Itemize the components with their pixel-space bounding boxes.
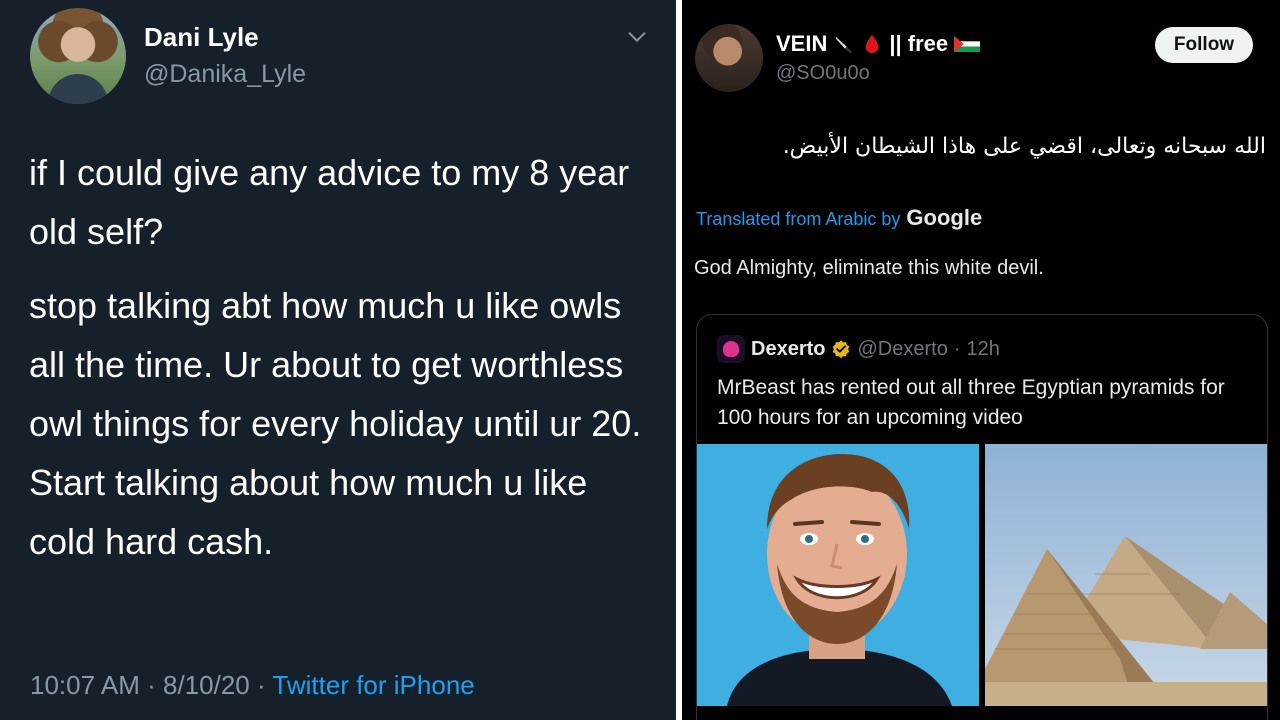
tweet-source-link[interactable]: Twitter for iPhone <box>272 670 474 700</box>
person-photo-illustration <box>697 444 979 706</box>
palestine-flag-icon <box>954 36 981 52</box>
right-tweet: VEIN || free @SO0u0o Follow الله سبحانه … <box>682 0 1280 720</box>
tweet-time[interactable]: 10:07 AM <box>30 670 140 700</box>
quoted-tweet-age[interactable]: 12h <box>967 338 1000 361</box>
avatar[interactable] <box>695 24 763 92</box>
quoted-tweet-header: Dexerto @Dexerto · 12h <box>717 335 1000 363</box>
chevron-down-icon[interactable] <box>626 26 648 48</box>
google-logo: Google <box>906 205 983 230</box>
author-handle[interactable]: @Danika_Lyle <box>144 60 306 89</box>
dexerto-logo-icon[interactable] <box>717 335 745 363</box>
meta-separator: · <box>147 670 156 700</box>
pyramids-photo[interactable] <box>985 444 1267 706</box>
tweet-text-translation: God Almighty, eliminate this white devil… <box>694 257 1044 279</box>
meta-separator: · <box>953 337 961 360</box>
author-handle[interactable]: @SO0u0o <box>776 62 870 85</box>
meta-separator: · <box>256 670 266 700</box>
pyramids-illustration <box>985 444 1267 706</box>
tweet-text-original: الله سبحانه وتعالى، اقضي على هاذا الشيطا… <box>782 134 1266 159</box>
author-name-row[interactable]: VEIN || free <box>776 31 981 57</box>
tweet-text-paragraph: stop talking abt how much u like owls al… <box>29 285 642 562</box>
avatar[interactable] <box>30 8 126 104</box>
blood-drop-icon <box>865 34 879 54</box>
translated-label[interactable]: Translated from Arabic by <box>696 209 900 230</box>
translation-attribution[interactable]: Translated from Arabic by Google <box>696 205 982 231</box>
person-photo[interactable] <box>697 444 979 706</box>
tweet-date[interactable]: 8/10/20 <box>163 670 250 700</box>
author-name[interactable]: Dani Lyle <box>144 22 259 53</box>
quoted-tweet-text: MrBeast has rented out all three Egyptia… <box>717 376 1225 429</box>
quoted-author-name[interactable]: Dexerto <box>751 338 825 361</box>
tweet-text-paragraph: if I could give any advice to my 8 year … <box>29 152 630 252</box>
follow-button[interactable]: Follow <box>1155 27 1253 63</box>
quoted-tweet[interactable]: Dexerto @Dexerto · 12h MrBeast has rente… <box>696 314 1268 720</box>
knife-icon <box>836 36 853 54</box>
tweet-meta: 10:07 AM · 8/10/20 · Twitter for iPhone <box>30 670 475 701</box>
left-tweet: Dani Lyle @Danika_Lyle if I could give a… <box>0 0 676 720</box>
verified-badge-icon <box>833 340 850 359</box>
author-name-suffix[interactable]: || free <box>889 31 948 57</box>
quoted-author-handle[interactable]: @Dexerto <box>857 338 947 361</box>
author-name[interactable]: VEIN <box>776 31 827 57</box>
